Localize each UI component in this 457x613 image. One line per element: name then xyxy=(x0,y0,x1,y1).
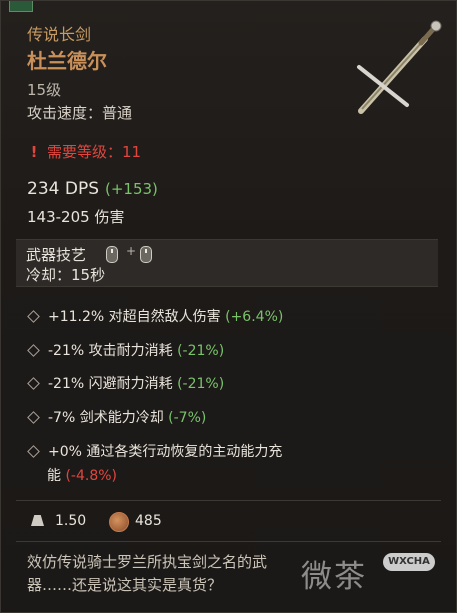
affix-row: -7% 剑术能力冷却 (-7%) xyxy=(27,406,427,430)
affix-text: -21% 攻击耐力消耗 xyxy=(48,343,173,359)
diamond-bullet-icon xyxy=(27,377,40,390)
dps-bonus: (+153) xyxy=(104,180,158,198)
longsword-icon xyxy=(357,20,442,114)
item-type-label: 传说长剑 xyxy=(27,25,92,44)
affix-row: +0% 通过各类行动恢复的主动能力充 能 (-4.8%) xyxy=(27,440,427,488)
weight-icon xyxy=(31,515,44,526)
gold-coin-icon xyxy=(109,512,129,532)
affix-text-continuation: 能 xyxy=(47,468,61,484)
weight-value: 1.50 xyxy=(55,513,87,529)
left-mouse-icon xyxy=(106,246,118,263)
affix-delta: (-4.8%) xyxy=(65,468,117,484)
damage-range: 143-205 伤害 xyxy=(27,208,125,226)
affix-delta: (-21%) xyxy=(177,376,225,392)
plus-sign: + xyxy=(126,244,137,258)
weapon-skill-box: 武器技艺 + 冷却：15秒 xyxy=(16,239,438,287)
watermark: 微茶 WXCHA xyxy=(297,549,447,595)
affix-text: +0% 通过各类行动恢复的主动能力充 xyxy=(48,444,283,460)
item-name: 杜兰德尔 xyxy=(27,49,107,73)
dps-line: 234 DPS (+153) xyxy=(27,179,158,199)
right-mouse-icon xyxy=(140,246,152,263)
diamond-bullet-icon xyxy=(27,310,40,323)
watermark-text: 微茶 xyxy=(301,559,367,595)
watermark-badge: WXCHA xyxy=(383,553,435,571)
affix-text: -7% 剑术能力冷却 xyxy=(48,410,164,426)
affix-row: +11.2% 对超自然敌人伤害 (+6.4%) xyxy=(27,305,427,329)
requirement-text: 需要等级：11 xyxy=(47,143,142,161)
attack-speed: 攻击速度：普通 xyxy=(27,104,133,122)
flavor-line: 效仿传说骑士罗兰所执宝剑之名的武 xyxy=(27,553,268,571)
diamond-bullet-icon xyxy=(27,344,40,357)
affix-row: -21% 闪避耐力消耗 (-21%) xyxy=(27,372,427,396)
skill-cooldown: 冷却：15秒 xyxy=(26,266,106,284)
item-level: 15级 xyxy=(27,81,62,99)
flavor-text: 效仿传说骑士罗兰所执宝剑之名的武 器……还是说这其实是真货？ xyxy=(27,551,327,597)
dps-value: 234 DPS xyxy=(27,179,99,199)
divider xyxy=(16,541,441,542)
affix-row: -21% 攻击耐力消耗 (-21%) xyxy=(27,339,427,363)
item-tooltip: 传说长剑 杜兰德尔 15级 攻击速度：普通 ! 需要等级：11 234 DPS (+… xyxy=(0,0,457,613)
flavor-line: 器……还是说这其实是真货？ xyxy=(27,576,223,594)
rarity-emblem-icon xyxy=(9,1,33,12)
affix-delta: (-7%) xyxy=(168,410,207,426)
item-footer: 1.50 485 xyxy=(27,511,437,535)
affix-delta: (-21%) xyxy=(177,343,225,359)
weapon-skill-title: 武器技艺 xyxy=(26,246,87,264)
sell-value: 485 xyxy=(135,513,162,529)
affix-text: -21% 闪避耐力消耗 xyxy=(48,376,173,392)
warning-icon: ! xyxy=(30,143,38,161)
diamond-bullet-icon xyxy=(27,445,40,458)
affix-text: +11.2% 对超自然敌人伤害 xyxy=(48,309,221,325)
affix-delta: (+6.4%) xyxy=(225,309,284,325)
divider xyxy=(16,500,441,501)
diamond-bullet-icon xyxy=(27,411,40,424)
level-requirement: ! 需要等级：11 xyxy=(27,141,142,162)
